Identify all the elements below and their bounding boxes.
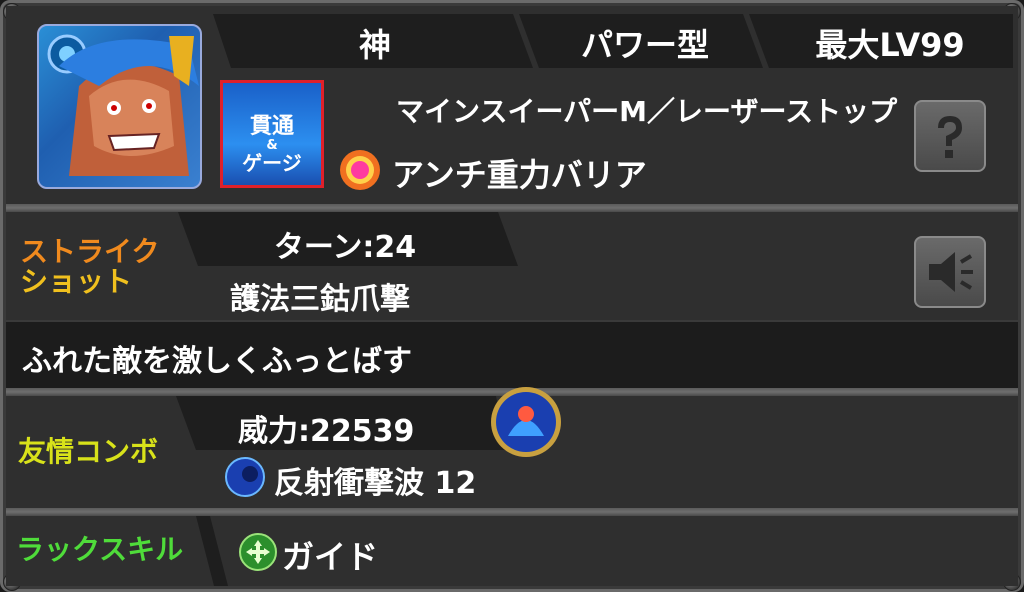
gauge-badge-icon: 貫通 & ゲージ — [220, 80, 324, 188]
gauge-badge-text: 貫通 — [249, 113, 294, 139]
ability-gauge: アンチ重力バリア — [392, 156, 647, 194]
strike-name: 護法三鈷爪撃 — [230, 282, 410, 317]
divider — [6, 508, 1018, 516]
character-portrait[interactable] — [37, 24, 202, 189]
question-icon — [938, 116, 962, 158]
sound-button[interactable] — [914, 236, 986, 308]
strike-label2: ショット — [20, 265, 133, 298]
divider — [6, 204, 1018, 212]
luck-skill-name: ガイド — [282, 538, 379, 576]
laser-bubble-icon — [225, 457, 265, 497]
friend-power: 威力:22539 — [238, 414, 415, 449]
ability-main: マインスイーパーM／レーザーストップ — [396, 95, 898, 128]
gauge-badge-amp: & — [266, 137, 278, 153]
friend-combo-name: 反射衝撃波 12 — [274, 466, 477, 501]
attribute-label: 神 — [358, 26, 391, 64]
strike-label: ストライク — [20, 235, 160, 268]
sound-icon — [929, 252, 973, 292]
strike-description: ふれた敵を激しくふっとばす — [22, 344, 412, 379]
luck-divider — [196, 516, 228, 586]
help-button[interactable] — [914, 100, 986, 172]
luck-label: ラックスキル — [16, 533, 184, 566]
friend-label: 友情コンボ — [18, 435, 159, 468]
guide-icon — [239, 533, 277, 571]
friend-combo-orb-icon — [491, 387, 561, 457]
gauge-badge-text2: ゲージ — [242, 150, 302, 175]
barrier-icon — [340, 150, 380, 190]
type-label: パワー型 — [580, 26, 709, 64]
max-level-label: 最大LV99 — [815, 26, 965, 64]
strike-turns: ターン:24 — [273, 230, 417, 265]
